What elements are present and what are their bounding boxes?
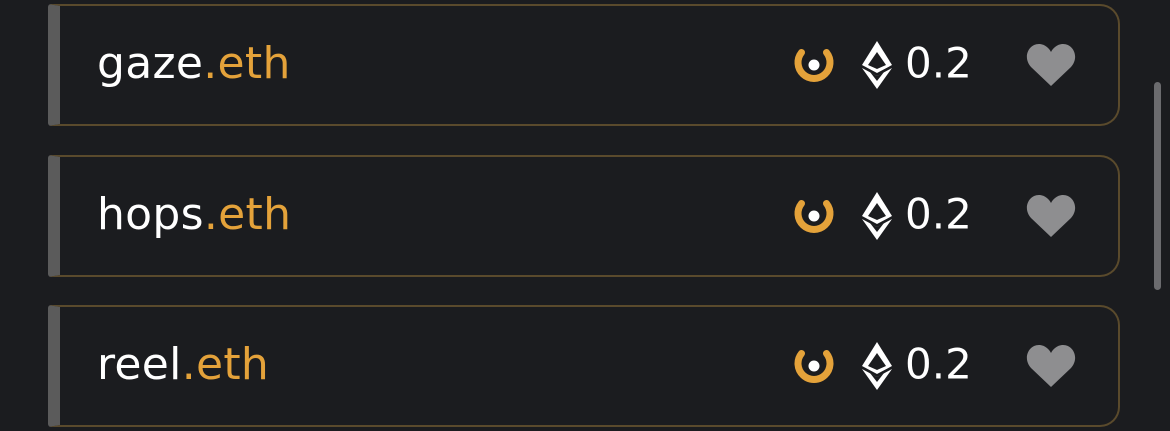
domain-label: reel [97,338,182,390]
price-value: 0.2 [905,339,972,389]
domain-name: gaze.eth [97,38,291,89]
gold-ring-badge-icon [794,350,834,383]
heart-icon[interactable] [1026,43,1076,87]
heart-icon[interactable] [1026,194,1076,238]
heart-icon[interactable] [1026,344,1076,388]
domain-card-gaze[interactable]: gaze.eth 0.2 [48,4,1120,126]
scrollbar-thumb[interactable] [1154,82,1161,290]
domain-list: gaze.eth 0.2 hops.eth 0.2 reel.eth 0.2 [0,0,1170,431]
ethereum-icon [862,342,892,390]
domain-tld: .eth [203,37,291,89]
domain-label: gaze [97,37,204,89]
domain-card-hops[interactable]: hops.eth 0.2 [48,155,1120,277]
domain-name: hops.eth [97,189,291,240]
ethereum-icon [862,41,892,89]
ethereum-icon [862,192,892,240]
gold-ring-badge-icon [794,200,834,233]
domain-name: reel.eth [97,339,269,390]
domain-tld: .eth [203,188,292,240]
gold-ring-badge-icon [794,49,834,82]
scrollbar[interactable] [1149,0,1163,431]
domain-tld: .eth [181,338,270,390]
domain-card-reel[interactable]: reel.eth 0.2 [48,305,1120,427]
price-value: 0.2 [905,189,972,239]
domain-label: hops [97,188,204,240]
price-value: 0.2 [905,38,972,88]
